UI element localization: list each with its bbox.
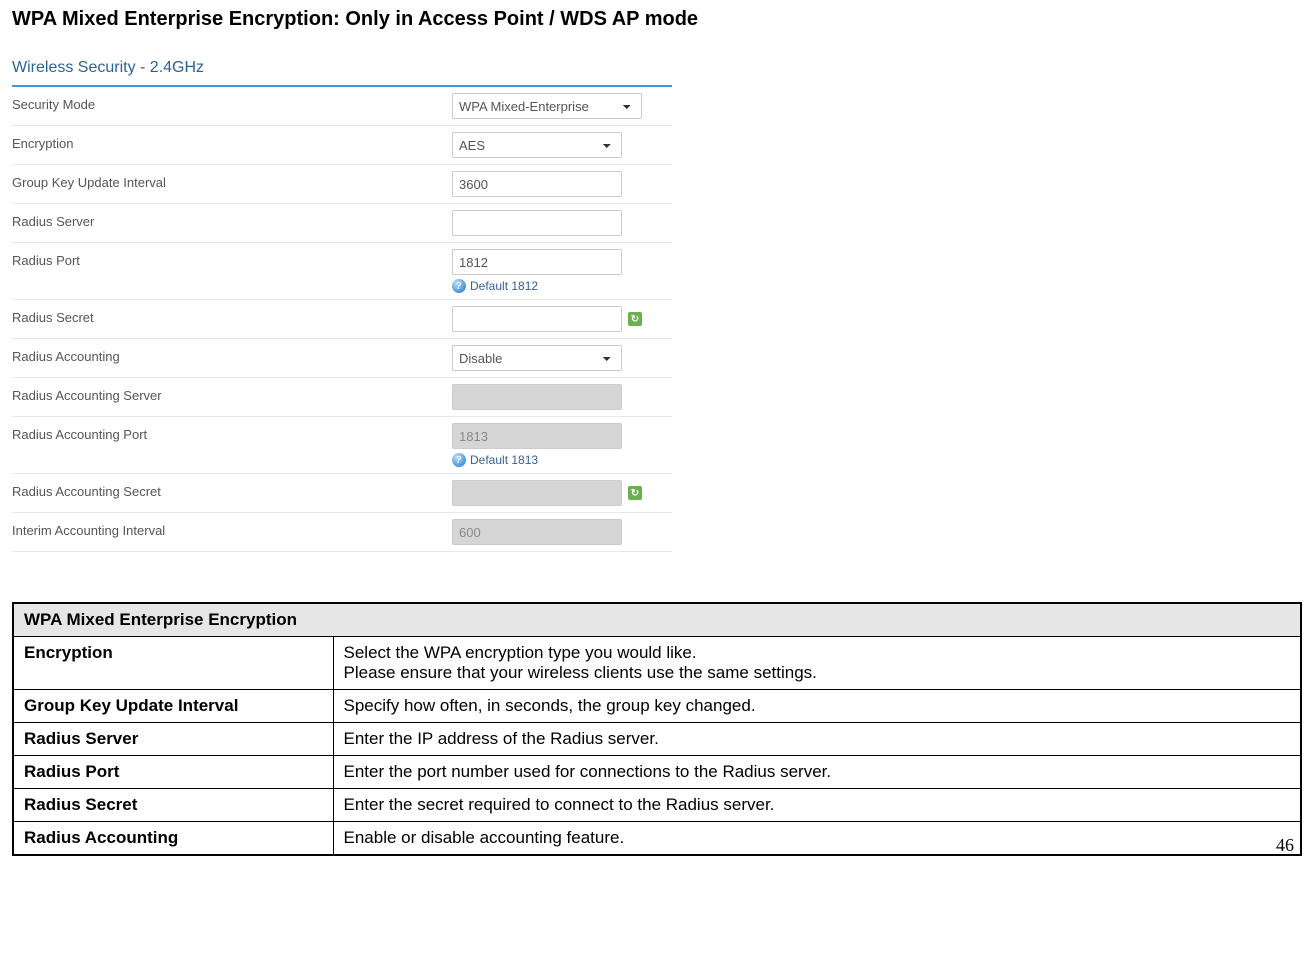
- refresh-icon[interactable]: ↻: [628, 486, 642, 500]
- table-row: Radius SecretEnter the secret required t…: [13, 789, 1301, 822]
- row-interim-interval: Interim Accounting Interval: [12, 513, 672, 552]
- radius-port-hint-text: Default 1812: [470, 279, 538, 293]
- info-icon: ?: [452, 453, 466, 467]
- row-encryption: Encryption AES: [12, 126, 672, 165]
- security-mode-select[interactable]: WPA Mixed-Enterprise: [452, 93, 642, 119]
- table-row-desc: Enter the secret required to connect to …: [333, 789, 1301, 822]
- table-row-desc: Enable or disable accounting feature.: [333, 822, 1301, 856]
- settings-panel: Wireless Security - 2.4GHz Security Mode…: [12, 59, 672, 552]
- table-row-label: Radius Secret: [13, 789, 333, 822]
- table-row: EncryptionSelect the WPA encryption type…: [13, 637, 1301, 690]
- table-row-desc: Specify how often, in seconds, the group…: [333, 690, 1301, 723]
- label-security-mode: Security Mode: [12, 93, 452, 112]
- radius-accounting-port-hint: ? Default 1813: [452, 453, 672, 467]
- table-row-label: Radius Port: [13, 756, 333, 789]
- row-radius-accounting-server: Radius Accounting Server: [12, 378, 672, 417]
- radius-port-hint: ? Default 1812: [452, 279, 672, 293]
- table-row: Radius ServerEnter the IP address of the…: [13, 723, 1301, 756]
- radius-accounting-port-hint-text: Default 1813: [470, 453, 538, 467]
- table-row-label: Group Key Update Interval: [13, 690, 333, 723]
- refresh-icon[interactable]: ↻: [628, 312, 642, 326]
- table-row-desc: Enter the IP address of the Radius serve…: [333, 723, 1301, 756]
- page-heading: WPA Mixed Enterprise Encryption: Only in…: [12, 8, 1302, 31]
- label-radius-port: Radius Port: [12, 249, 452, 268]
- label-radius-accounting-server: Radius Accounting Server: [12, 384, 452, 403]
- radius-accounting-port-input: [452, 423, 622, 449]
- radius-secret-input[interactable]: [452, 306, 622, 332]
- table-header: WPA Mixed Enterprise Encryption: [13, 603, 1301, 637]
- label-interim-interval: Interim Accounting Interval: [12, 519, 452, 538]
- radius-port-input[interactable]: [452, 249, 622, 275]
- label-group-key: Group Key Update Interval: [12, 171, 452, 190]
- row-radius-port: Radius Port ? Default 1812: [12, 243, 672, 300]
- radius-accounting-select[interactable]: Disable: [452, 345, 622, 371]
- label-radius-server: Radius Server: [12, 210, 452, 229]
- info-icon: ?: [452, 279, 466, 293]
- radius-accounting-server-input: [452, 384, 622, 410]
- table-row-label: Radius Accounting: [13, 822, 333, 856]
- row-radius-accounting: Radius Accounting Disable: [12, 339, 672, 378]
- group-key-input[interactable]: [452, 171, 622, 197]
- radius-accounting-secret-input: [452, 480, 622, 506]
- definition-table: WPA Mixed Enterprise Encryption Encrypti…: [12, 602, 1302, 856]
- row-radius-secret: Radius Secret ↻: [12, 300, 672, 339]
- row-radius-server: Radius Server: [12, 204, 672, 243]
- label-radius-accounting-secret: Radius Accounting Secret: [12, 480, 452, 499]
- row-radius-accounting-secret: Radius Accounting Secret ↻: [12, 474, 672, 513]
- table-row: Group Key Update IntervalSpecify how oft…: [13, 690, 1301, 723]
- label-encryption: Encryption: [12, 132, 452, 151]
- table-row-label: Radius Server: [13, 723, 333, 756]
- table-row-desc: Select the WPA encryption type you would…: [333, 637, 1301, 690]
- table-row: Radius PortEnter the port number used fo…: [13, 756, 1301, 789]
- table-row-label: Encryption: [13, 637, 333, 690]
- page-number: 46: [1276, 835, 1294, 856]
- label-radius-secret: Radius Secret: [12, 306, 452, 325]
- table-row-desc: Enter the port number used for connectio…: [333, 756, 1301, 789]
- label-radius-accounting: Radius Accounting: [12, 345, 452, 364]
- row-group-key: Group Key Update Interval: [12, 165, 672, 204]
- panel-title: Wireless Security - 2.4GHz: [12, 59, 672, 87]
- label-radius-accounting-port: Radius Accounting Port: [12, 423, 452, 442]
- radius-server-input[interactable]: [452, 210, 622, 236]
- row-radius-accounting-port: Radius Accounting Port ? Default 1813: [12, 417, 672, 474]
- encryption-select[interactable]: AES: [452, 132, 622, 158]
- interim-interval-input: [452, 519, 622, 545]
- table-row: Radius AccountingEnable or disable accou…: [13, 822, 1301, 856]
- table-header-row: WPA Mixed Enterprise Encryption: [13, 603, 1301, 637]
- row-security-mode: Security Mode WPA Mixed-Enterprise: [12, 87, 672, 126]
